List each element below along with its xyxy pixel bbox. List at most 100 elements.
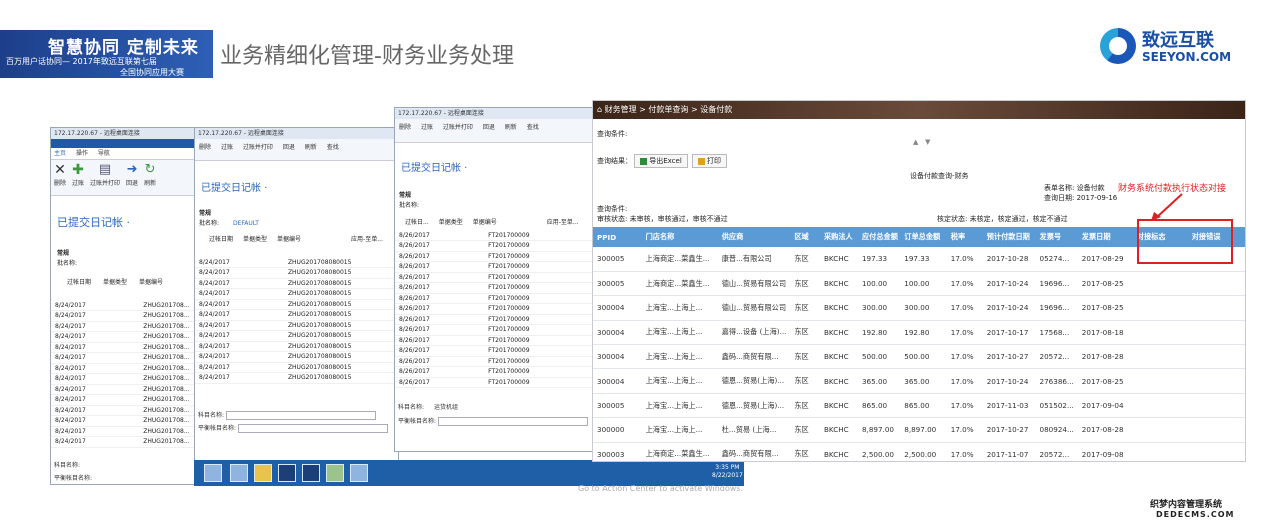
delete-button[interactable]: 删除 (399, 122, 411, 131)
table-row[interactable]: 8/24/2017 ZHUG201708... (51, 300, 199, 311)
column-header[interactable]: 发票日期 (1077, 227, 1133, 247)
table-row[interactable]: 300004 上海宝...上海上... 嘉得...设备 (上海)... 东区 BKCHC… (593, 320, 1245, 346)
table-row[interactable]: 8/26/2017 FT201700009 (395, 324, 598, 336)
column-header[interactable]: 门店名称 (641, 227, 718, 247)
app-icon[interactable] (302, 464, 320, 482)
table-row[interactable]: 8/24/2017 ZHUG201708... (51, 415, 199, 427)
start-icon[interactable] (204, 464, 222, 482)
table-row[interactable]: 8/26/2017 FT201700009 (395, 261, 598, 273)
reverse-button[interactable]: ➜ 回退 (126, 162, 138, 187)
table-row[interactable]: 8/24/2017 ZHUG201708... (51, 426, 199, 437)
app-icon[interactable] (230, 464, 248, 482)
table-row[interactable]: 8/24/2017 ZHUG201708... (51, 363, 199, 374)
table-row[interactable]: 300004 上海宝...上海上... 德恩...贸易(上海)... 东区 BKCHC 3… (593, 368, 1245, 394)
table-row[interactable]: 8/24/2017 ZHUG201708080015 (195, 267, 398, 279)
table-row[interactable]: 8/26/2017 FT201700009 (395, 230, 598, 241)
reverse-button[interactable]: 回退 (483, 122, 495, 131)
table-row[interactable]: 8/26/2017 FT201700009 (395, 377, 598, 388)
collapse-toggle-icon[interactable]: ▲ ▼ (913, 138, 930, 146)
table-row[interactable]: 8/24/2017 ZHUG201708080015 (195, 362, 398, 373)
app-icon[interactable] (350, 464, 368, 482)
table-row[interactable]: 8/24/2017 ZHUG201708... (51, 321, 199, 332)
column-header[interactable]: 应付总金额 (857, 227, 901, 247)
column-header[interactable]: 税率 (946, 227, 983, 247)
table-row[interactable]: 8/24/2017 ZHUG201708... (51, 373, 199, 385)
tab-home[interactable]: 主页 (54, 148, 66, 160)
balance-account-field[interactable]: 平衡帐目名称: (54, 473, 92, 482)
table-row[interactable]: 8/24/2017 ZHUG201708080015 (195, 372, 398, 384)
table-row[interactable]: 8/26/2017 FT201700009 (395, 251, 598, 262)
table-row[interactable]: 8/26/2017 FT201700009 (395, 345, 598, 357)
table-row[interactable]: 8/26/2017 FT201700009 (395, 240, 598, 252)
table-row[interactable]: 8/24/2017 ZHUG201708080015 (195, 330, 398, 342)
tab-actions[interactable]: 操作 (76, 148, 88, 160)
post-print-button[interactable]: 过账并打印 (443, 122, 473, 131)
table-row[interactable]: 8/26/2017 FT201700009 (395, 314, 598, 325)
table-row[interactable]: 8/24/2017 ZHUG201708... (51, 352, 199, 364)
account-name-field[interactable]: 科目名称: (54, 460, 80, 469)
print-button[interactable]: 打印 (692, 154, 728, 168)
table-cell: FT201700009 (484, 282, 598, 294)
refresh-button[interactable]: ↻ 刷新 (144, 162, 156, 187)
table-row[interactable]: 8/24/2017 ZHUG201708080015 (195, 309, 398, 321)
balance-account-field[interactable]: 平衡帐目名称: (398, 416, 588, 426)
delete-button[interactable]: ✕ 删除 (54, 162, 66, 187)
table-row[interactable]: 8/24/2017 ZHUG201708... (51, 405, 199, 416)
table-row[interactable]: 8/26/2017 FT201700009 (395, 303, 598, 315)
table-row[interactable]: 8/24/2017 ZHUG201708... (51, 331, 199, 343)
reverse-button[interactable]: 回退 (283, 142, 295, 151)
excel-icon (640, 157, 648, 165)
post-button[interactable]: 过账 (421, 122, 433, 131)
post-print-button[interactable]: 过账并打印 (243, 142, 273, 151)
table-row[interactable]: 300003 上海商定...菜鑫生... 鑫码...商贸有限... 东区 BKCHC 2,… (593, 442, 1245, 461)
table-row[interactable]: 8/26/2017 FT201700009 (395, 272, 598, 283)
table-row[interactable]: 8/24/2017 ZHUG201708... (51, 384, 199, 395)
column-header[interactable]: 采购法人 (819, 227, 858, 247)
column-header[interactable]: 发票号 (1035, 227, 1078, 247)
post-button[interactable]: ✚ 过账 (72, 162, 84, 187)
table-row[interactable]: 8/26/2017 FT201700009 (395, 366, 598, 378)
table-row[interactable]: 8/26/2017 FT201700009 (395, 356, 598, 367)
table-row[interactable]: 8/24/2017 ZHUG201708080015 (195, 257, 398, 268)
table-row[interactable]: 8/24/2017 ZHUG201708080015 (195, 320, 398, 331)
column-header[interactable]: 区域 (790, 227, 820, 247)
table-row[interactable]: 8/24/2017 ZHUG201708080015 (195, 288, 398, 300)
post-button[interactable]: 过账 (221, 142, 233, 151)
table-row[interactable]: 8/24/2017 ZHUG201708080015 (195, 299, 398, 310)
table-row[interactable]: 300005 上海商定...菜鑫生... 德山...贸易有限公司 东区 BKCHC 100… (593, 271, 1245, 297)
refresh-button[interactable]: 刷新 (505, 122, 517, 131)
post-print-button[interactable]: ▤ 过账并打印 (90, 162, 120, 187)
balance-account-field[interactable]: 平衡帐目名称: (198, 423, 388, 433)
account-name-field[interactable]: 科目名称: (198, 410, 376, 420)
app-icon[interactable] (278, 464, 296, 482)
column-header[interactable]: 订单总金额 (900, 227, 947, 247)
table-row[interactable]: 8/24/2017 ZHUG201708... (51, 436, 199, 448)
find-button[interactable]: 查找 (527, 122, 539, 131)
folder-icon[interactable] (254, 464, 272, 482)
table-row[interactable]: 8/24/2017 ZHUG201708... (51, 342, 199, 353)
table-row[interactable]: 8/26/2017 FT201700009 (395, 293, 598, 304)
table-row[interactable]: 8/26/2017 FT201700009 (395, 335, 598, 346)
table-row[interactable]: 8/24/2017 ZHUG201708... (51, 394, 199, 406)
table-row[interactable]: 300004 上海宝...上海上... 德山...贸易有限公司 东区 BKCHC 300.… (593, 295, 1245, 321)
app-icon[interactable] (326, 464, 344, 482)
account-name-field[interactable]: 科目名称: 运货机组 (398, 402, 458, 411)
table-row[interactable]: 8/24/2017 ZHUG201708... (51, 310, 199, 322)
delete-button[interactable]: 删除 (199, 142, 211, 151)
table-row[interactable]: 8/24/2017 ZHUG201708080015 (195, 351, 398, 363)
table-row[interactable]: 300004 上海宝...上海上... 鑫码...商贸有限... 东区 BKCHC 500… (593, 344, 1245, 370)
export-excel-button[interactable]: 导出Excel (634, 154, 688, 168)
refresh-button[interactable]: 刷新 (305, 142, 317, 151)
column-header[interactable]: PPID (593, 227, 642, 247)
find-button[interactable]: 查找 (327, 142, 339, 151)
column-header[interactable]: 预计付款日期 (982, 227, 1036, 247)
column-header[interactable]: 供应商 (717, 227, 791, 247)
tab-navigate[interactable]: 导航 (98, 148, 110, 160)
table-cell: FT201700009 (484, 240, 598, 252)
taskbar-clock[interactable]: 3:35 PM 8/22/2017 (712, 464, 743, 480)
table-row[interactable]: 8/24/2017 ZHUG201708080015 (195, 341, 398, 352)
table-row[interactable]: 300005 上海宝...上海上... 德恩...贸易(上海)... 东区 BKCHC 8… (593, 393, 1245, 419)
table-row[interactable]: 300000 上海宝...上海上... 杜...贸易 (上海... 东区 BKCHC 8,… (593, 417, 1245, 443)
table-row[interactable]: 8/26/2017 FT201700009 (395, 282, 598, 294)
table-row[interactable]: 8/24/2017 ZHUG201708080015 (195, 278, 398, 289)
